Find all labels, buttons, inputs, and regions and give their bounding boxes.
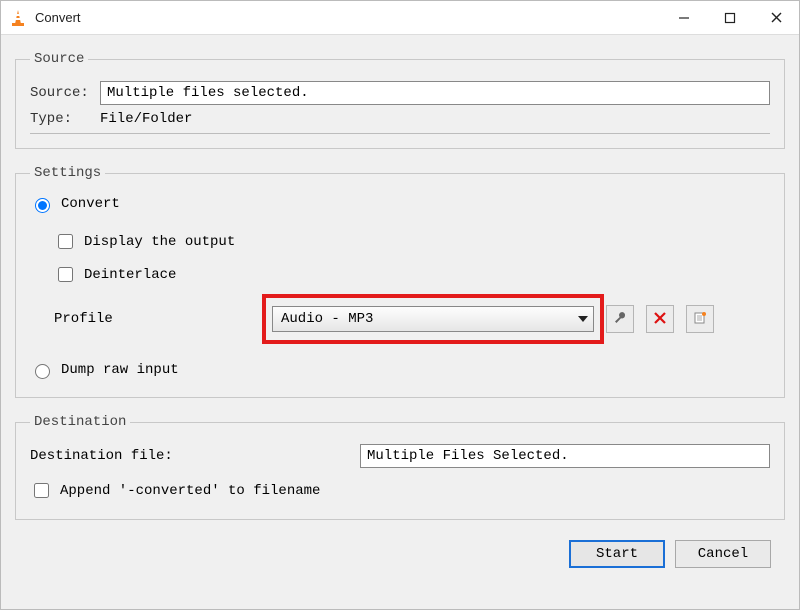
profile-select-wrap: Audio - MP3 [272, 306, 594, 332]
convert-radio-label: Convert [61, 196, 120, 212]
destination-file-label: Destination file: [30, 448, 360, 464]
settings-group: Settings Convert Display the output Dein… [15, 165, 785, 398]
x-icon [653, 311, 667, 328]
edit-profile-button[interactable] [606, 305, 634, 333]
dialog-footer: Start Cancel [15, 530, 785, 578]
display-output-label: Display the output [84, 234, 235, 250]
new-profile-button[interactable] [686, 305, 714, 333]
dump-radio[interactable]: Dump raw input [30, 361, 179, 379]
deinterlace-label: Deinterlace [84, 267, 176, 283]
source-legend: Source [30, 51, 88, 67]
wrench-icon [612, 310, 628, 329]
dump-radio-label: Dump raw input [61, 362, 179, 378]
destination-file-input[interactable] [360, 444, 770, 468]
deinterlace-checkbox-input[interactable] [58, 267, 73, 282]
client-area: Source Source: Type: File/Folder Setting… [1, 35, 799, 609]
convert-radio-input[interactable] [35, 198, 50, 213]
source-row: Source: [30, 81, 770, 105]
source-label: Source: [30, 85, 100, 101]
append-converted-checkbox[interactable]: Append '-converted' to filename [30, 480, 320, 501]
type-label: Type: [30, 111, 100, 127]
type-value: File/Folder [100, 111, 192, 127]
start-button[interactable]: Start [569, 540, 665, 568]
destination-group: Destination Destination file: Append '-c… [15, 414, 785, 520]
titlebar: Convert [1, 1, 799, 35]
profile-row: Profile Audio - MP3 [54, 305, 770, 333]
close-button[interactable] [753, 2, 799, 34]
minimize-button[interactable] [661, 2, 707, 34]
new-document-icon [693, 311, 707, 328]
display-output-checkbox-input[interactable] [58, 234, 73, 249]
profile-select[interactable]: Audio - MP3 [272, 306, 594, 332]
type-row: Type: File/Folder [30, 111, 770, 134]
deinterlace-checkbox[interactable]: Deinterlace [54, 264, 176, 285]
convert-radio[interactable]: Convert [30, 195, 120, 213]
append-converted-checkbox-input[interactable] [34, 483, 49, 498]
display-output-checkbox[interactable]: Display the output [54, 231, 235, 252]
destination-file-row: Destination file: [30, 444, 770, 468]
window-title: Convert [35, 10, 661, 25]
window-controls [661, 2, 799, 34]
settings-legend: Settings [30, 165, 105, 181]
profile-label: Profile [54, 311, 264, 327]
convert-window: Convert Source Source: Type: File/Folder [0, 0, 800, 610]
maximize-button[interactable] [707, 2, 753, 34]
cancel-button[interactable]: Cancel [675, 540, 771, 568]
source-input[interactable] [100, 81, 770, 105]
append-converted-label: Append '-converted' to filename [60, 483, 320, 499]
vlc-cone-icon [9, 9, 27, 27]
delete-profile-button[interactable] [646, 305, 674, 333]
source-group: Source Source: Type: File/Folder [15, 51, 785, 149]
destination-legend: Destination [30, 414, 130, 430]
dump-radio-input[interactable] [35, 364, 50, 379]
